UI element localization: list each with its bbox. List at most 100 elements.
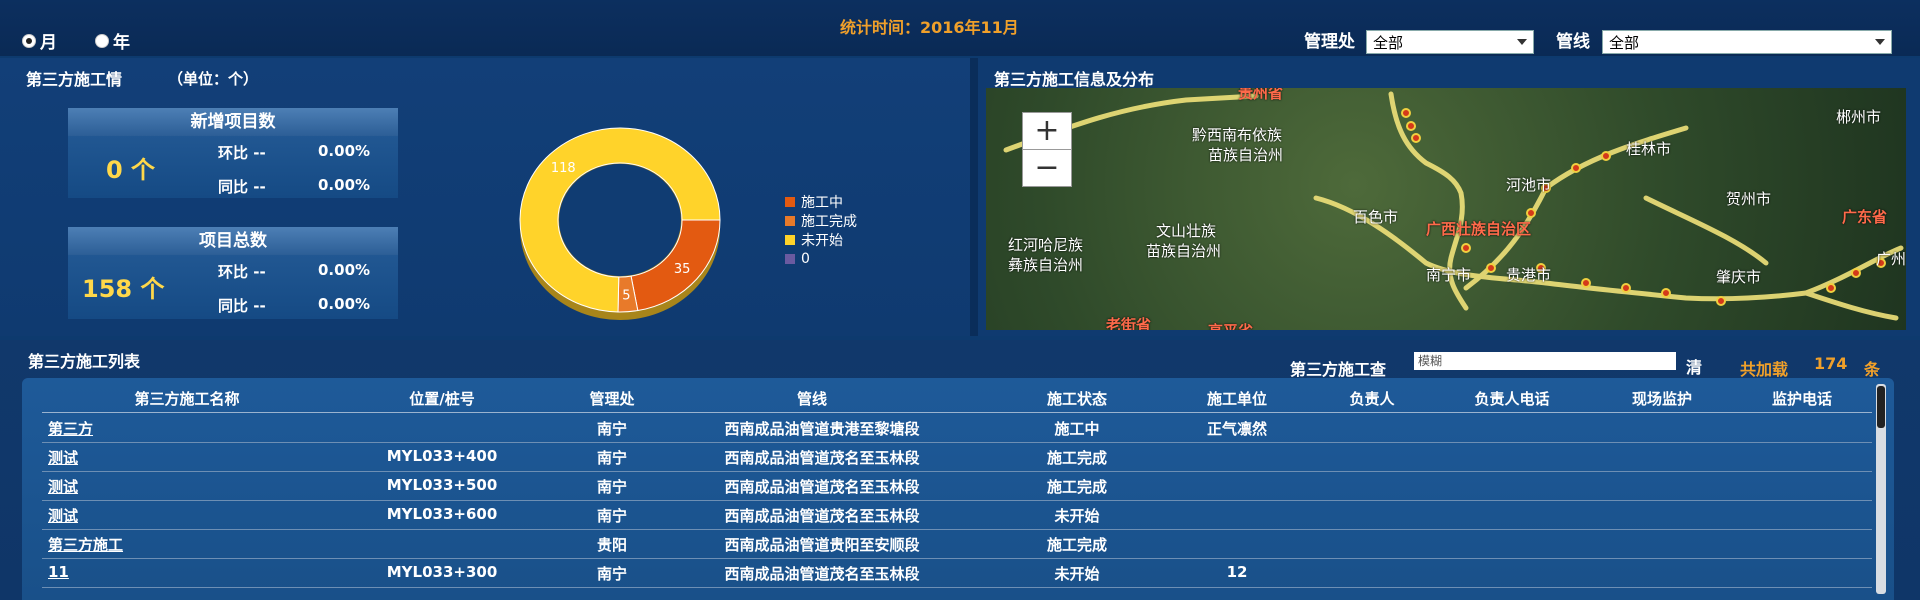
total-projects-yoy-label: 同比 -- (218, 297, 266, 315)
table-cell: 施工中 (1054, 420, 1100, 438)
chevron-down-icon (1517, 39, 1527, 45)
column-header: 负责人电话 (1474, 390, 1550, 408)
period-year-label: 年 (113, 33, 130, 53)
map-label: 南宁市 (1426, 266, 1472, 284)
map-label: 广州 (1876, 250, 1906, 268)
panel-divider (970, 58, 978, 336)
map-label: 贺州市 (1726, 190, 1772, 208)
table-cell: MYL033+400 (386, 447, 498, 465)
map-label: 贵州省 (1238, 88, 1284, 102)
table-row[interactable]: 测试 MYL033+600 南宁 西南成品油管道茂名至玉林段 未开始 (42, 501, 1872, 530)
map-label: 河池市 (1506, 176, 1552, 194)
zoom-in-button[interactable]: + (1022, 112, 1072, 150)
map-label: 广西壮族自治区 (1426, 220, 1532, 238)
map-label: 高平省 (1208, 320, 1253, 330)
table-cell: MYL033+300 (386, 563, 498, 581)
construction-name-link[interactable]: 第三方 (48, 418, 218, 439)
map-label: 苗族自治州 (1146, 242, 1222, 260)
map-label: 郴州市 (1836, 108, 1882, 126)
clear-button[interactable]: 清 (1686, 354, 1702, 378)
stats-unit: （单位：个） (168, 70, 259, 88)
construction-name-link[interactable]: 测试 (48, 476, 218, 497)
table-cell: 施工完成 (1046, 536, 1107, 554)
map-view[interactable]: 贵州省 黔西南布依族 苗族自治州 郴州市 桂林市 河池市 贺州市 百色市 广西壮… (986, 88, 1906, 330)
construction-name-link[interactable]: 测试 (48, 505, 218, 526)
legend-label: 施工完成 (801, 213, 857, 230)
map-label: 贵港市 (1506, 266, 1552, 284)
new-projects-mom-value: 0.00% (318, 142, 371, 160)
period-radio-year[interactable]: 年 (95, 28, 130, 53)
legend-label: 0 (801, 250, 810, 267)
new-projects-mom-label: 环比 -- (218, 144, 266, 162)
table-cell: 12 (1226, 563, 1248, 581)
map-label: 广东省 (1842, 208, 1888, 226)
table-cell: MYL033+500 (386, 476, 498, 494)
map-label: 百色市 (1353, 208, 1399, 226)
new-projects-card: 新增项目数 0 个 环比 -- 0.00% 同比 -- 0.00% (68, 108, 398, 198)
column-header: 位置/桩号 (409, 390, 475, 408)
table-cell: 南宁 (596, 565, 627, 583)
total-projects-card: 项目总数 158 个 环比 -- 0.00% 同比 -- 0.00% (68, 227, 398, 319)
header-divider (42, 412, 1872, 413)
table-cell: 未开始 (1054, 565, 1100, 583)
table-cell: 南宁 (596, 449, 627, 467)
table-cell: 西南成品油管道茂名至玉林段 (724, 565, 920, 583)
stats-title: 第三方施工情 (26, 70, 123, 89)
new-projects-yoy-value: 0.00% (318, 176, 371, 194)
period-radio-month[interactable]: 月 (22, 28, 57, 53)
legend-label: 未开始 (801, 232, 843, 249)
map-label: 文山壮族 (1156, 222, 1217, 240)
table-cell: 西南成品油管道贵阳至安顺段 (724, 536, 920, 554)
mgmt-select-value: 全部 (1373, 33, 1404, 52)
legend-item[interactable]: 施工完成 (785, 211, 857, 230)
pipeline-select[interactable]: 全部 (1602, 30, 1892, 54)
column-header: 第三方施工名称 (134, 390, 240, 408)
column-header: 管理处 (589, 390, 635, 408)
column-header: 现场监护 (1631, 390, 1692, 408)
legend-swatch (785, 234, 795, 245)
table-scrollbar[interactable] (1876, 384, 1886, 594)
construction-name-link[interactable]: 测试 (48, 447, 218, 468)
table-row[interactable]: 测试 MYL033+500 南宁 西南成品油管道茂名至玉林段 施工完成 (42, 472, 1872, 501)
period-month-label: 月 (40, 33, 57, 53)
radio-unselected-icon (95, 33, 109, 48)
radio-selected-icon (22, 33, 36, 48)
stat-time: 统计时间：2016年11月 (840, 18, 1019, 37)
mgmt-filter-label: 管理处 (1304, 32, 1355, 52)
table-cell: 贵阳 (596, 536, 627, 554)
legend-label: 施工中 (801, 194, 843, 211)
total-prefix: 共加载 (1740, 360, 1789, 379)
total-count: 174 (1814, 354, 1848, 373)
search-input[interactable]: 模糊 (1414, 352, 1676, 370)
pipeline-filter-label: 管线 (1556, 32, 1590, 52)
donut-data-label: 35 (674, 262, 691, 277)
table-cell: 正气凛然 (1206, 420, 1267, 438)
legend-swatch (785, 196, 795, 207)
table-cell: 西南成品油管道茂名至玉林段 (724, 449, 920, 467)
table-cell: 未开始 (1054, 507, 1100, 525)
pipeline-select-value: 全部 (1609, 33, 1640, 52)
legend-item[interactable]: 施工中 (785, 192, 857, 211)
chevron-down-icon (1875, 39, 1885, 45)
table-cell: MYL033+600 (386, 505, 498, 523)
map-label: 黔西南布依族 (1192, 126, 1283, 144)
legend-item[interactable]: 0 (785, 249, 857, 268)
table-row[interactable]: 测试 MYL033+400 南宁 西南成品油管道茂名至玉林段 施工完成 (42, 443, 1872, 472)
legend-item[interactable]: 未开始 (785, 230, 857, 249)
scrollbar-thumb[interactable] (1877, 386, 1885, 428)
column-header: 管线 (796, 390, 827, 408)
table-row[interactable]: 第三方施工 贵阳 西南成品油管道贵阳至安顺段 施工完成 (42, 530, 1872, 559)
new-projects-title: 新增项目数 (68, 108, 398, 136)
table-cell: 南宁 (596, 420, 627, 438)
table-header: 第三方施工名称 位置/桩号 管理处 管线 施工状态 施工单位 负责人 负责人电话… (22, 388, 1872, 410)
construction-name-link[interactable]: 第三方施工 (48, 534, 218, 555)
table-cell: 南宁 (596, 507, 627, 525)
list-title: 第三方施工列表 (28, 352, 141, 371)
mgmt-select[interactable]: 全部 (1366, 30, 1534, 54)
construction-name-link[interactable]: 11 (48, 563, 218, 581)
table-row[interactable]: 11 MYL033+300 南宁 西南成品油管道茂名至玉林段 未开始 12 (42, 559, 1872, 588)
table-row[interactable]: 第三方 南宁 西南成品油管道贵港至黎塘段 施工中 正气凛然 (42, 414, 1872, 443)
zoom-out-button[interactable]: − (1022, 149, 1072, 187)
map-label: 老街省 (1106, 316, 1152, 330)
map-label: 苗族自治州 (1208, 146, 1284, 164)
